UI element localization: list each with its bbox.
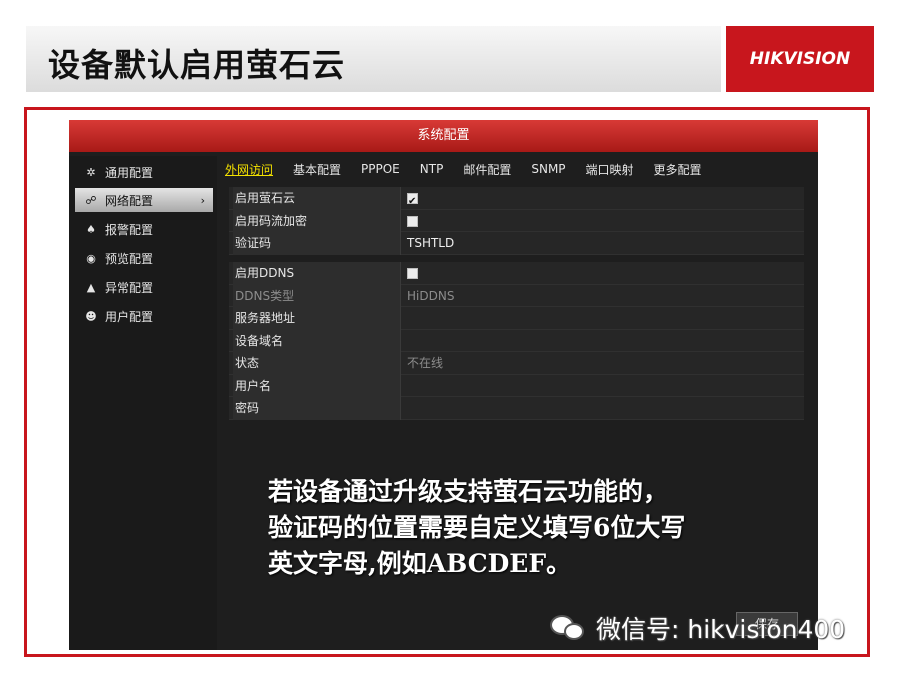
- tab-bar: 外网访问 基本配置 PPPOE NTP 邮件配置 SNMP 端口映射 更多配置: [221, 156, 814, 182]
- sidebar-item-label: 异常配置: [105, 280, 154, 295]
- alarm-icon: ♠: [86, 222, 96, 236]
- wechat-watermark: 微信号: hikvision400: [548, 610, 845, 646]
- annotation-line-1: 若设备通过升级支持萤石云功能的，: [268, 477, 669, 506]
- device-domain-row: 设备域名: [229, 329, 804, 352]
- sidebar-item-alarm[interactable]: ♠ 报警配置: [75, 217, 213, 241]
- sidebar-item-label: 报警配置: [105, 222, 154, 237]
- sidebar-item-label: 通用配置: [105, 165, 154, 180]
- verify-code-row: 验证码 TSHTLD: [229, 232, 804, 255]
- network-icon: ☍: [85, 193, 97, 207]
- gear-icon: ✲: [86, 165, 96, 179]
- verify-code-label: 验证码: [233, 232, 401, 255]
- ddns-type-select[interactable]: HiDDNS: [407, 285, 454, 308]
- watermark-text: 微信号: hikvision400: [596, 615, 846, 644]
- status-value: 不在线: [407, 356, 444, 370]
- window-title: 系统配置: [417, 128, 470, 143]
- slide-title: 设备默认启用萤石云: [48, 46, 346, 84]
- password-row: 密码: [229, 397, 804, 420]
- wechat-icon: [548, 611, 588, 645]
- tab-email[interactable]: 邮件配置: [463, 161, 511, 178]
- annotation-line-2: 验证码的位置需要自定义填写6位大写: [268, 513, 686, 542]
- tab-basic[interactable]: 基本配置: [293, 161, 341, 178]
- username-row: 用户名: [229, 374, 804, 397]
- hikvision-logo: HIKVISION: [726, 26, 874, 92]
- tab-ntp[interactable]: NTP: [420, 162, 444, 176]
- sidebar-item-users[interactable]: ☻ 用户配置: [75, 304, 213, 328]
- ddns-type-label: DDNS类型: [233, 284, 401, 307]
- annotation-line-3: 英文字母,例如ABCDEF。: [268, 549, 572, 578]
- password-label: 密码: [233, 397, 401, 420]
- logo-text: HIKVISION: [749, 49, 851, 69]
- status-row: 状态 不在线: [229, 352, 804, 375]
- tab-port-mapping[interactable]: 端口映射: [586, 161, 634, 178]
- ddns-enable-row: 启用DDNS: [229, 262, 804, 285]
- verify-code-field[interactable]: TSHTLD: [407, 232, 454, 255]
- tab-snmp[interactable]: SNMP: [531, 162, 565, 176]
- ezviz-group: 启用萤石云 启用码流加密 验证码 TSHTLD: [229, 187, 804, 255]
- sidebar-item-preview-config[interactable]: ◉ 预览配置: [75, 246, 213, 270]
- server-address-label: 服务器地址: [233, 307, 401, 330]
- slide-header: 设备默认启用萤石云: [26, 26, 721, 92]
- ezviz-enable-checkbox[interactable]: [407, 191, 418, 214]
- ddns-group: 启用DDNS DDNS类型 HiDDNS 服务器地址 设备域名 状态 不在线 用…: [229, 262, 804, 420]
- tab-pppoe[interactable]: PPPOE: [361, 162, 400, 176]
- tab-more[interactable]: 更多配置: [654, 161, 702, 178]
- sidebar: ✲ 通用配置 ☍ 网络配置 › ♠ 报警配置 ◉ 预览配置 ▲ 异常配置 ☻ 用…: [69, 156, 217, 650]
- ezviz-enable-label: 启用萤石云: [233, 187, 401, 210]
- username-label: 用户名: [233, 374, 401, 397]
- status-label: 状态: [233, 352, 401, 375]
- ezviz-enable-row: 启用萤石云: [229, 187, 804, 214]
- sidebar-item-label: 网络配置: [105, 193, 154, 208]
- stream-encrypt-checkbox[interactable]: [407, 215, 418, 227]
- users-icon: ☻: [85, 309, 97, 323]
- chevron-right-icon: ›: [200, 193, 205, 207]
- warning-icon: ▲: [86, 280, 96, 294]
- server-address-row: 服务器地址: [229, 307, 804, 330]
- ddns-enable-checkbox[interactable]: [407, 268, 418, 279]
- tab-external-access[interactable]: 外网访问: [225, 161, 273, 178]
- annotation-text: 若设备通过升级支持萤石云功能的， 验证码的位置需要自定义填写6位大写 英文字母,…: [268, 474, 685, 582]
- window-titlebar: 系统配置: [69, 120, 818, 152]
- sidebar-item-exception[interactable]: ▲ 异常配置: [75, 275, 213, 299]
- sidebar-item-label: 用户配置: [105, 309, 154, 324]
- stream-encrypt-label: 启用码流加密: [233, 209, 401, 232]
- sidebar-item-general[interactable]: ✲ 通用配置: [75, 160, 213, 184]
- sidebar-item-label: 预览配置: [105, 251, 154, 266]
- stream-encrypt-row: 启用码流加密: [229, 209, 804, 232]
- ddns-enable-label: 启用DDNS: [233, 262, 401, 285]
- sidebar-item-network[interactable]: ☍ 网络配置 ›: [75, 188, 213, 212]
- ddns-type-row: DDNS类型 HiDDNS: [229, 284, 804, 308]
- eye-icon: ◉: [86, 251, 96, 265]
- device-domain-label: 设备域名: [233, 329, 401, 352]
